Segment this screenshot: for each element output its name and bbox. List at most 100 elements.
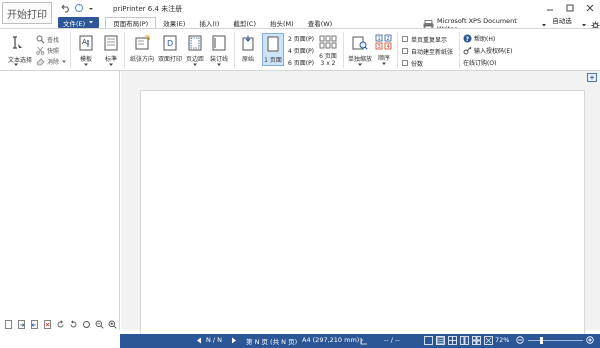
- zoom-out-icon[interactable]: [95, 320, 104, 329]
- zoom-in-icon[interactable]: [108, 320, 117, 329]
- start-print-button[interactable]: 开始打印: [2, 2, 52, 24]
- rotate-icon[interactable]: [82, 320, 91, 329]
- view-mode-buttons: [424, 336, 493, 345]
- margins-label: 页边距: [186, 56, 205, 63]
- single-repeat-label: 单页重复显示: [411, 36, 448, 44]
- next-page-icon[interactable]: [231, 337, 237, 344]
- mark-button[interactable]: 标準: [103, 35, 119, 67]
- zoom-slider-thumb[interactable]: [540, 337, 543, 344]
- order-label: 顺序: [377, 55, 390, 62]
- paper-direction-label: 纸张方向: [130, 56, 155, 63]
- original-size-icon: [242, 35, 254, 51]
- single-zoom-button[interactable]: 单独缩放: [348, 35, 372, 67]
- view-page-icon[interactable]: [436, 336, 445, 345]
- original-button[interactable]: 原始: [240, 35, 256, 63]
- tab-effects[interactable]: 效果(E): [156, 17, 192, 28]
- tab-page-layout[interactable]: 页面布局(P): [105, 17, 157, 28]
- single-zoom-label: 单独缩放: [348, 56, 373, 63]
- online-order-button[interactable]: 在线订购(O): [463, 58, 496, 67]
- paper-orientation-icon: [135, 35, 150, 50]
- import-icon[interactable]: [30, 320, 39, 329]
- export-icon[interactable]: [17, 320, 26, 329]
- snapshot-label: 快照: [47, 48, 60, 55]
- zoom-slider[interactable]: [528, 340, 583, 341]
- help-button[interactable]: ? 帮助(H): [463, 34, 495, 43]
- copies-checkbox[interactable]: 份数: [402, 58, 423, 68]
- two-page-button[interactable]: 2 页面(P): [288, 34, 314, 43]
- svg-text:2: 2: [387, 36, 390, 42]
- quick-access-dropdown-icon[interactable]: [88, 6, 94, 12]
- grid-layout-button[interactable]: 6 页面 3 x 2: [319, 35, 337, 67]
- tab-view[interactable]: 查看(W): [301, 17, 340, 28]
- delete-page-icon[interactable]: [43, 320, 52, 329]
- six-page-button[interactable]: 6 页面(P): [288, 58, 314, 67]
- zoom-out-icon[interactable]: [516, 336, 524, 344]
- chevron-down-icon: [109, 63, 113, 66]
- scissors-icon: [36, 46, 45, 55]
- template-button[interactable]: A 模板: [78, 35, 94, 67]
- tab-crop[interactable]: 截剪(C): [226, 17, 263, 28]
- pane-toggle-icon[interactable]: [587, 73, 597, 82]
- single-repeat-checkbox[interactable]: 单页重复显示: [402, 34, 447, 44]
- auto-new-paper-checkbox[interactable]: 自动建至新纸张: [402, 46, 453, 56]
- search-icon: [36, 35, 45, 44]
- undo-icon[interactable]: [61, 3, 71, 13]
- eraser-icon: [36, 58, 45, 66]
- grid-size-label: 3 x 2: [320, 60, 336, 67]
- maximize-button[interactable]: [560, 0, 580, 15]
- grid-icon: [319, 35, 337, 49]
- ribbon-divider: [459, 32, 460, 68]
- ribbon-divider: [124, 32, 125, 68]
- eraser-button[interactable]: 消除: [36, 57, 67, 66]
- license-label: 输入授权码(E): [474, 48, 513, 55]
- one-page-button[interactable]: 1 页面: [262, 33, 284, 66]
- text-select-button[interactable]: [8, 35, 24, 51]
- coordinate-display: -- / --: [384, 336, 400, 344]
- svg-text:4: 4: [387, 44, 390, 50]
- duplex-button[interactable]: D 双面打印: [158, 35, 182, 63]
- prev-page-icon[interactable]: [196, 337, 202, 344]
- key-icon: [463, 46, 472, 55]
- help-icon: ?: [463, 34, 472, 43]
- rotate-left-icon[interactable]: [56, 320, 65, 329]
- refresh-icon[interactable]: [74, 3, 84, 13]
- view-grid-icon[interactable]: [448, 336, 457, 345]
- svg-text:A: A: [82, 38, 87, 46]
- chevron-down-icon: [14, 63, 18, 66]
- close-button[interactable]: [580, 0, 600, 15]
- page-nav-text: N / N: [206, 336, 223, 344]
- binding-button[interactable]: 装订线: [210, 35, 228, 67]
- zoom-in-icon[interactable]: [586, 336, 594, 344]
- view-fit-icon[interactable]: [484, 336, 493, 345]
- text-select-label: 文本选择: [8, 57, 33, 64]
- view-two-page-icon[interactable]: [460, 336, 469, 345]
- file-menu[interactable]: 文件(E): [58, 17, 100, 28]
- paper-direction-button[interactable]: 纸张方向: [130, 35, 154, 63]
- paper-size: A4 (297,210 mm): [302, 336, 360, 344]
- checkbox-box: [402, 60, 408, 66]
- checkbox-box: [402, 48, 408, 54]
- chevron-down-icon: [217, 63, 221, 66]
- order-button[interactable]: 1234 顺序: [375, 34, 393, 66]
- four-page-button[interactable]: 4 页面(P): [288, 46, 314, 55]
- search-button[interactable]: 查找: [36, 35, 59, 44]
- snapshot-button[interactable]: 快照: [36, 46, 59, 55]
- thumbnail-pane[interactable]: [0, 71, 120, 330]
- margins-button[interactable]: 页边距: [186, 35, 204, 67]
- zoom-page-icon: [352, 36, 368, 50]
- preview-page[interactable]: [140, 90, 585, 335]
- help-label: 帮助(H): [474, 36, 496, 43]
- view-four-page-icon[interactable]: [472, 336, 481, 345]
- svg-text:D: D: [167, 39, 173, 48]
- copies-label: 份数: [411, 60, 424, 68]
- tab-insert[interactable]: 插入(I): [192, 17, 226, 28]
- view-single-icon[interactable]: [424, 336, 433, 345]
- original-label: 原始: [241, 56, 254, 63]
- license-button[interactable]: 输入授权码(E): [463, 46, 512, 55]
- new-page-icon[interactable]: [4, 320, 13, 329]
- page-info: 第 N 页 (共 N 页): [246, 338, 298, 346]
- minimize-button[interactable]: [540, 0, 560, 15]
- tab-header[interactable]: 抬头(M): [263, 17, 301, 28]
- rotate-right-icon[interactable]: [69, 320, 78, 329]
- thumbnail-toolbar: [4, 320, 117, 329]
